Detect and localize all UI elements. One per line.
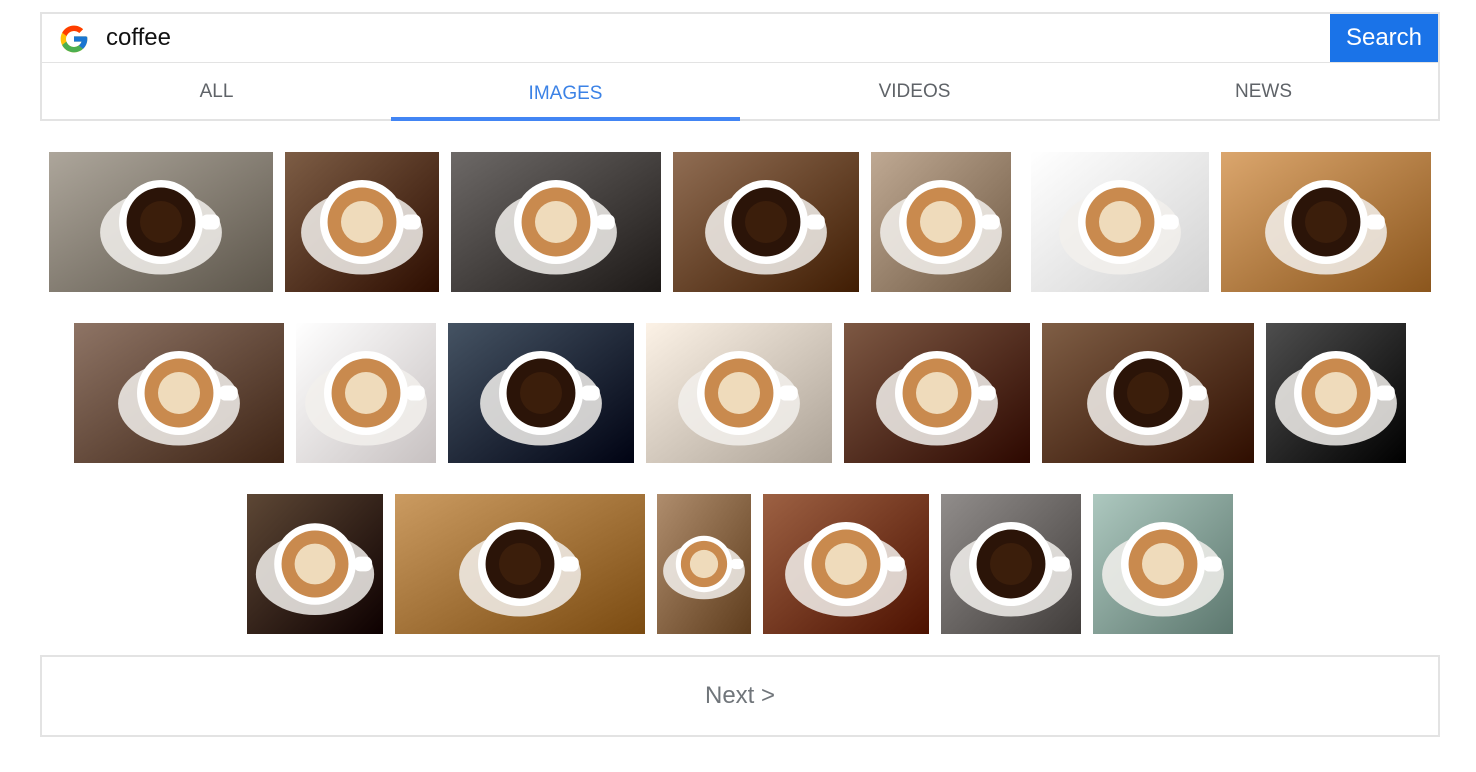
image-result-thumbnail[interactable] (1042, 323, 1254, 463)
tab-images[interactable]: IMAGES (391, 63, 740, 121)
search-bar: Search (40, 12, 1440, 63)
image-result-thumbnail[interactable] (1221, 152, 1431, 292)
image-result-thumbnail[interactable] (763, 494, 929, 634)
image-result-thumbnail[interactable] (646, 323, 832, 463)
image-result-thumbnail[interactable] (1031, 152, 1209, 292)
image-result-thumbnail[interactable] (1093, 494, 1233, 634)
image-result-thumbnail[interactable] (285, 152, 439, 292)
image-result-thumbnail[interactable] (448, 323, 634, 463)
image-result-thumbnail[interactable] (49, 152, 273, 292)
image-result-thumbnail[interactable] (451, 152, 661, 292)
image-result-thumbnail[interactable] (871, 152, 1011, 292)
tab-all[interactable]: ALL (42, 63, 391, 119)
google-logo-icon (60, 25, 88, 53)
image-result-thumbnail[interactable] (74, 323, 284, 463)
image-result-thumbnail[interactable] (844, 323, 1030, 463)
image-result-thumbnail[interactable] (247, 494, 383, 634)
search-input[interactable] (106, 18, 1306, 58)
image-result-thumbnail[interactable] (296, 323, 436, 463)
search-tabs: ALL IMAGES VIDEOS NEWS (40, 62, 1440, 121)
search-button[interactable]: Search (1330, 14, 1438, 62)
image-result-thumbnail[interactable] (1266, 323, 1406, 463)
tab-videos[interactable]: VIDEOS (740, 63, 1089, 119)
tab-news[interactable]: NEWS (1089, 63, 1438, 119)
next-page-button[interactable]: Next > (40, 655, 1440, 737)
image-result-thumbnail[interactable] (673, 152, 859, 292)
image-result-thumbnail[interactable] (657, 494, 751, 634)
image-result-thumbnail[interactable] (941, 494, 1081, 634)
image-result-thumbnail[interactable] (395, 494, 645, 634)
